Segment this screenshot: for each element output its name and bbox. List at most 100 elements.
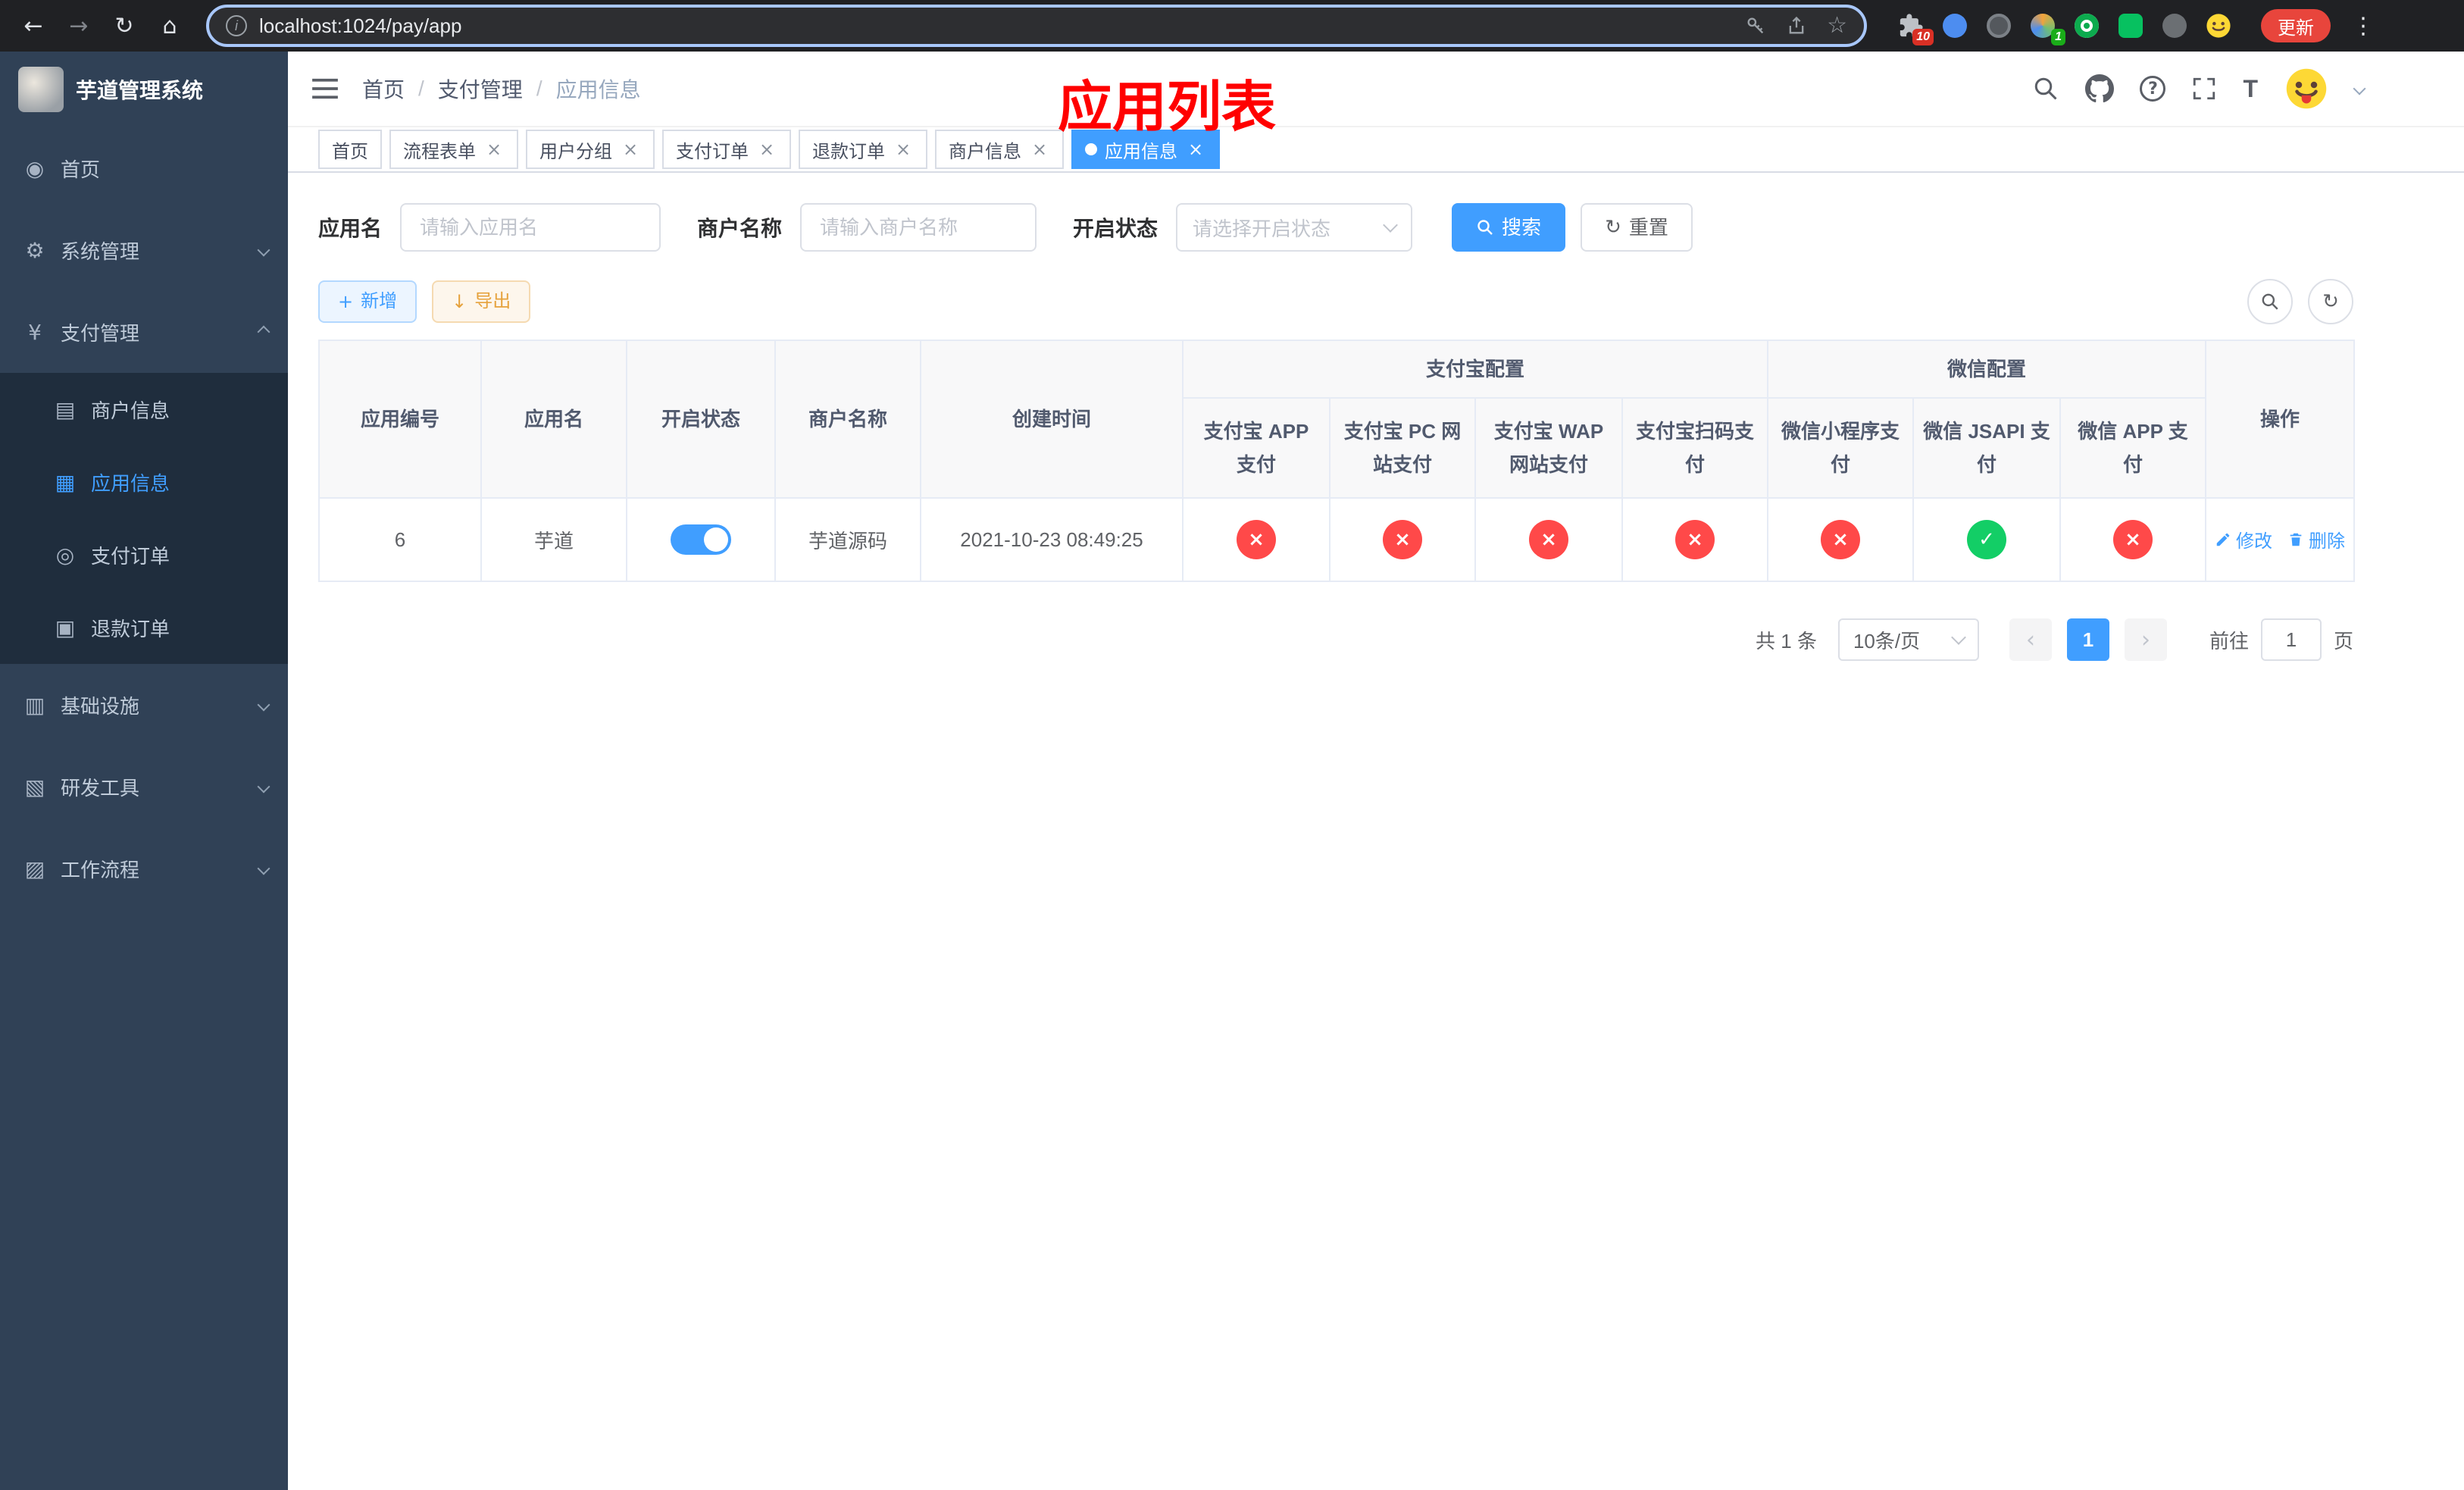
toolbox-icon: ▧	[24, 774, 45, 800]
pagination: 共 1 条 10条/页 ‹ 1 › 前往 页	[318, 618, 2353, 661]
menu-label: 支付订单	[91, 544, 170, 568]
close-icon[interactable]: ×	[756, 139, 777, 160]
chevron-down-icon	[257, 698, 270, 712]
extension-icon-profile[interactable]: 1	[2028, 11, 2065, 45]
extensions-puzzle-icon[interactable]: 10	[1896, 11, 1934, 45]
close-icon[interactable]: ×	[1029, 139, 1050, 160]
chevron-down-icon	[1383, 218, 1398, 233]
forward-button[interactable]: →	[58, 5, 100, 47]
col-alipay-app: 支付宝 APP 支付	[1182, 397, 1330, 499]
sidebar-item-payment[interactable]: ¥ 支付管理	[0, 291, 288, 373]
page-unit-label: 页	[2333, 629, 2353, 653]
sidebar-item-merchant-info[interactable]: ▤ 商户信息	[0, 373, 288, 446]
sidebar-menu: ◉ 首页 ⚙ 系统管理 ¥ 支付管理 ▤ 商户信息 ▦ 应用信息 ◎ 支付订单 …	[0, 127, 288, 909]
tag-merchant-info[interactable]: 商户信息 ×	[935, 130, 1064, 169]
app-logo[interactable]: 芋道管理系统	[0, 52, 288, 127]
tag-refund-order[interactable]: 退款订单 ×	[799, 130, 927, 169]
breadcrumb-payment[interactable]: 支付管理	[438, 74, 523, 104]
search-button[interactable]: 搜索	[1452, 203, 1566, 252]
fullscreen-icon[interactable]	[2191, 76, 2217, 102]
extension-icon-gray[interactable]	[2159, 11, 2190, 41]
logo-image	[18, 67, 64, 112]
status-label: 开启状态	[1073, 217, 1159, 240]
sidebar: 芋道管理系统 ◉ 首页 ⚙ 系统管理 ¥ 支付管理 ▤ 商户信息 ▦ 应用信息 …	[0, 52, 288, 1490]
back-button[interactable]: ←	[12, 5, 55, 47]
tag-app-info[interactable]: 应用信息 ×	[1071, 130, 1220, 169]
app-header: 首页 / 支付管理 / 应用信息 ? T	[288, 52, 2464, 127]
extension-icon-blue[interactable]	[1940, 11, 1970, 41]
merchant-name-input[interactable]	[800, 203, 1037, 252]
status-wx-jsapi-icon: ✓	[1967, 520, 2007, 559]
col-alipay-pc: 支付宝 PC 网站支付	[1329, 397, 1476, 499]
help-icon[interactable]: ?	[2140, 76, 2166, 102]
breadcrumb: 首页 / 支付管理 / 应用信息	[362, 74, 641, 104]
sidebar-item-pay-order[interactable]: ◎ 支付订单	[0, 518, 288, 591]
extension-icon-dark[interactable]	[1984, 11, 2014, 41]
tag-home[interactable]: 首页	[318, 130, 382, 169]
share-icon[interactable]	[1786, 15, 1807, 36]
info-icon[interactable]: i	[226, 15, 247, 36]
search-icon[interactable]	[2032, 75, 2059, 102]
table-row: 6 芋道 芋道源码 2021-10-23 08:49:25 × × × × × …	[318, 497, 2356, 582]
github-icon[interactable]	[2085, 74, 2115, 103]
sidebar-item-app-info[interactable]: ▦ 应用信息	[0, 446, 288, 518]
breadcrumb-home[interactable]: 首页	[362, 74, 405, 104]
breadcrumb-current: 应用信息	[555, 78, 641, 102]
user-avatar[interactable]	[2284, 66, 2329, 111]
font-size-icon[interactable]: T	[2243, 75, 2258, 103]
page-1-button[interactable]: 1	[2066, 618, 2109, 661]
browser-menu-icon[interactable]: ⋮	[2344, 13, 2382, 39]
col-merchant: 商户名称	[774, 340, 921, 499]
filter-form: 应用名 商户名称 开启状态 请选择开启状态 搜索	[318, 203, 2353, 252]
url-bar[interactable]: i localhost:1024/pay/app ☆	[206, 5, 1867, 47]
tag-label: 用户分组	[539, 141, 612, 162]
close-icon[interactable]: ×	[893, 139, 914, 160]
sidebar-item-refund-order[interactable]: ▣ 退款订单	[0, 591, 288, 664]
app-name-input[interactable]	[400, 203, 661, 252]
caret-down-icon[interactable]	[2353, 82, 2366, 95]
sidebar-item-home[interactable]: ◉ 首页	[0, 127, 288, 209]
prev-page-button[interactable]: ‹	[2009, 618, 2052, 661]
close-icon[interactable]: ×	[483, 139, 505, 160]
extension-icon-emoji[interactable]	[2203, 11, 2234, 41]
sidebar-item-workflow[interactable]: ▨ 工作流程	[0, 828, 288, 909]
update-button[interactable]: 更新	[2261, 9, 2331, 42]
add-button[interactable]: + 新增	[318, 280, 417, 323]
home-button[interactable]: ⌂	[149, 5, 191, 47]
close-icon[interactable]: ×	[1185, 139, 1206, 160]
key-icon[interactable]	[1745, 15, 1766, 36]
col-created: 创建时间	[920, 340, 1184, 499]
merchant-name-label: 商户名称	[697, 217, 783, 240]
export-button[interactable]: ↓ 导出	[432, 280, 531, 323]
status-wx-mini-icon: ×	[1821, 520, 1861, 559]
page-content: 应用名 商户名称 开启状态 请选择开启状态 搜索	[288, 173, 2464, 1490]
extension-icon-green-circle[interactable]	[2072, 11, 2102, 41]
extension-icon-wechat[interactable]	[2115, 11, 2146, 41]
tag-process-form[interactable]: 流程表单 ×	[389, 130, 518, 169]
goto-page-input[interactable]	[2260, 618, 2322, 661]
delete-button[interactable]: 删除	[2287, 526, 2345, 552]
url-text: localhost:1024/pay/app	[259, 14, 462, 37]
menu-label: 商户信息	[91, 399, 170, 422]
close-icon[interactable]: ×	[620, 139, 641, 160]
reset-button[interactable]: ↻ 重置	[1581, 203, 1693, 252]
cell-created: 2021-10-23 08:49:25	[920, 497, 1184, 582]
next-page-button[interactable]: ›	[2124, 618, 2167, 661]
col-wx-app: 微信 APP 支付	[2059, 397, 2207, 499]
refresh-button[interactable]: ↻	[2308, 279, 2353, 324]
page-size-select[interactable]: 10条/页	[1837, 618, 1979, 661]
hamburger-icon[interactable]	[312, 77, 338, 100]
plus-icon: +	[338, 291, 354, 312]
tag-pay-order[interactable]: 支付订单 ×	[662, 130, 791, 169]
reload-button[interactable]: ↻	[103, 5, 145, 47]
status-alipay-wap-icon: ×	[1529, 520, 1568, 559]
edit-button[interactable]: 修改	[2215, 526, 2272, 552]
sidebar-item-system[interactable]: ⚙ 系统管理	[0, 209, 288, 291]
sidebar-item-dev-tools[interactable]: ▧ 研发工具	[0, 746, 288, 828]
toggle-search-button[interactable]	[2247, 279, 2293, 324]
status-select[interactable]: 请选择开启状态	[1176, 203, 1413, 252]
bookmark-star-icon[interactable]: ☆	[1827, 14, 1847, 37]
enable-toggle[interactable]	[671, 524, 731, 555]
sidebar-item-infra[interactable]: ▥ 基础设施	[0, 664, 288, 746]
tag-user-group[interactable]: 用户分组 ×	[526, 130, 655, 169]
